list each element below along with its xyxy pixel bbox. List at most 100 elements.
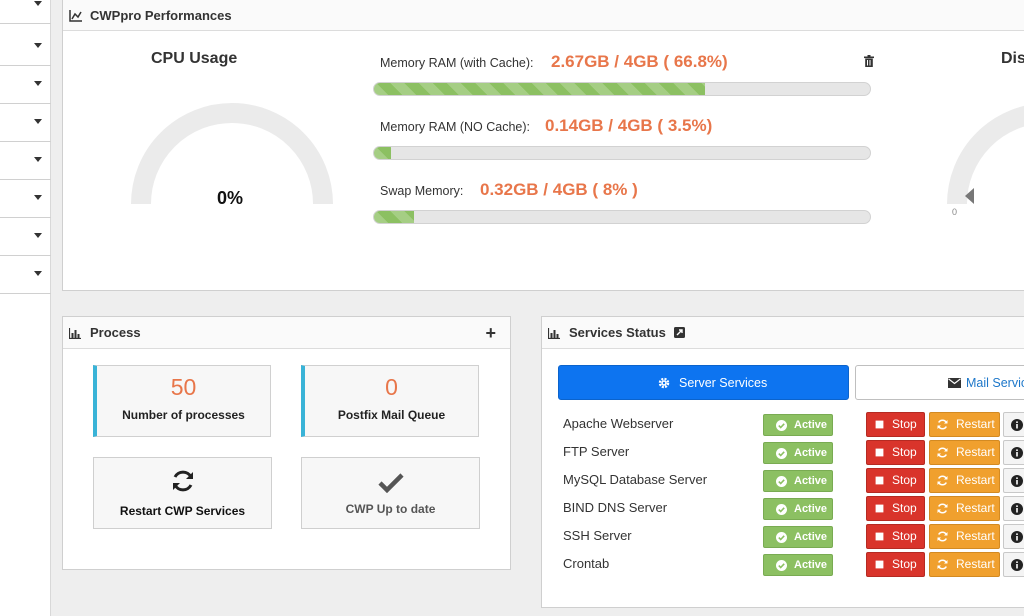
service-restart-button[interactable]: Restart [929,496,1000,521]
chevron-down-icon [34,119,42,124]
service-stop-button[interactable]: Stop [866,524,925,549]
sidebar-row-6[interactable] [0,180,51,218]
services-status-panel: Services Status Server Services Mail Ser… [541,316,1024,608]
service-info-button[interactable] [1003,524,1024,549]
bar-chart-icon [548,328,560,339]
check-circle-icon [776,504,787,515]
service-active-label: Active [794,503,828,515]
memory-nocache-bar [373,146,871,160]
service-active-badge: Active [763,414,833,436]
services-title: Services Status [569,325,666,340]
service-restart-label: Restart [956,445,995,459]
swap-memory-bar-fill [374,211,414,223]
sidebar-row-1[interactable] [0,0,51,24]
service-active-badge: Active [763,442,833,464]
service-info-button[interactable] [1003,412,1024,437]
service-stop-button[interactable]: Stop [866,440,925,465]
tab-server-services[interactable]: Server Services [558,365,849,400]
disk-gauge-min-label: 0 [952,207,958,217]
refresh-icon [937,447,948,458]
service-active-label: Active [794,419,828,431]
memory-cache-label: Memory RAM (with Cache): [380,56,534,70]
info-icon [1011,531,1023,543]
stop-square-icon [875,476,884,485]
mail-queue-box[interactable]: 0 Postfix Mail Queue [301,365,479,437]
refresh-icon [937,503,948,514]
stop-square-icon [875,532,884,541]
chevron-down-icon [34,81,42,86]
service-restart-label: Restart [956,417,995,431]
service-restart-button[interactable]: Restart [929,440,1000,465]
service-name: FTP Server [563,444,630,459]
service-info-button[interactable] [1003,440,1024,465]
service-stop-button[interactable]: Stop [866,496,925,521]
sidebar-row-3[interactable] [0,66,51,104]
service-restart-button[interactable]: Restart [929,552,1000,577]
service-name: Crontab [563,556,610,571]
service-restart-button[interactable]: Restart [929,524,1000,549]
disk-usage-title: Dis [1001,50,1024,67]
sidebar-row-8[interactable] [0,256,51,294]
service-active-label: Active [794,447,828,459]
sidebar-row-5[interactable] [0,142,51,180]
services-panel-header: Services Status [542,317,1024,349]
check-circle-icon [776,532,787,543]
info-icon [1011,503,1023,515]
cwp-up-to-date-label: CWP Up to date [345,502,436,516]
chevron-down-icon [34,157,42,162]
service-active-label: Active [794,559,828,571]
service-stop-label: Stop [892,417,917,431]
service-stop-button[interactable]: Stop [866,552,925,577]
service-name: SSH Server [563,528,632,543]
service-info-button[interactable] [1003,552,1024,577]
service-restart-button[interactable]: Restart [929,468,1000,493]
restart-cwp-services-button[interactable]: Restart CWP Services [93,457,272,529]
sidebar [0,0,51,616]
service-active-badge: Active [763,470,833,492]
sidebar-row-4[interactable] [0,104,51,142]
service-restart-button[interactable]: Restart [929,412,1000,437]
service-stop-button[interactable]: Stop [866,468,925,493]
check-circle-icon [776,476,787,487]
tab-server-services-label: Server Services [679,376,768,390]
sidebar-row-7[interactable] [0,218,51,256]
sidebar-row-2[interactable] [0,28,51,66]
swap-memory-value: 0.32GB / 4GB ( 8% ) [480,180,638,199]
service-stop-label: Stop [892,445,917,459]
chevron-down-icon [34,1,42,6]
service-name: BIND DNS Server [563,500,668,515]
external-link-icon[interactable] [674,327,685,338]
refresh-icon [937,475,948,486]
refresh-icon [937,419,948,430]
service-active-label: Active [794,531,828,543]
service-name: MySQL Database Server [563,472,708,487]
service-restart-label: Restart [956,529,995,543]
check-circle-icon [776,448,787,459]
service-info-button[interactable] [1003,468,1024,493]
memory-nocache-value: 0.14GB / 4GB ( 3.5%) [545,116,713,135]
process-title: Process [90,325,141,340]
refresh-icon [937,531,948,542]
service-info-button[interactable] [1003,496,1024,521]
stop-square-icon [875,448,884,457]
trash-icon[interactable] [864,55,874,67]
service-restart-label: Restart [956,473,995,487]
chevron-down-icon [34,43,42,48]
add-icon[interactable]: + [485,324,496,342]
service-name: Apache Webserver [563,416,674,431]
mail-queue-count: 0 [385,374,398,400]
processes-count-box[interactable]: 50 Number of processes [93,365,271,437]
check-circle-icon [776,420,787,431]
line-chart-icon [69,10,82,22]
gear-icon [658,377,670,389]
service-stop-button[interactable]: Stop [866,412,925,437]
process-panel-header: Process + [63,317,510,349]
service-active-badge: Active [763,498,833,520]
info-icon [1011,559,1023,571]
refresh-icon [173,470,193,492]
cwp-up-to-date-button[interactable]: CWP Up to date [301,457,480,529]
bar-chart-icon [69,328,81,339]
tab-mail-services[interactable]: Mail Service [855,365,1024,400]
service-active-badge: Active [763,554,833,576]
info-icon [1011,475,1023,487]
